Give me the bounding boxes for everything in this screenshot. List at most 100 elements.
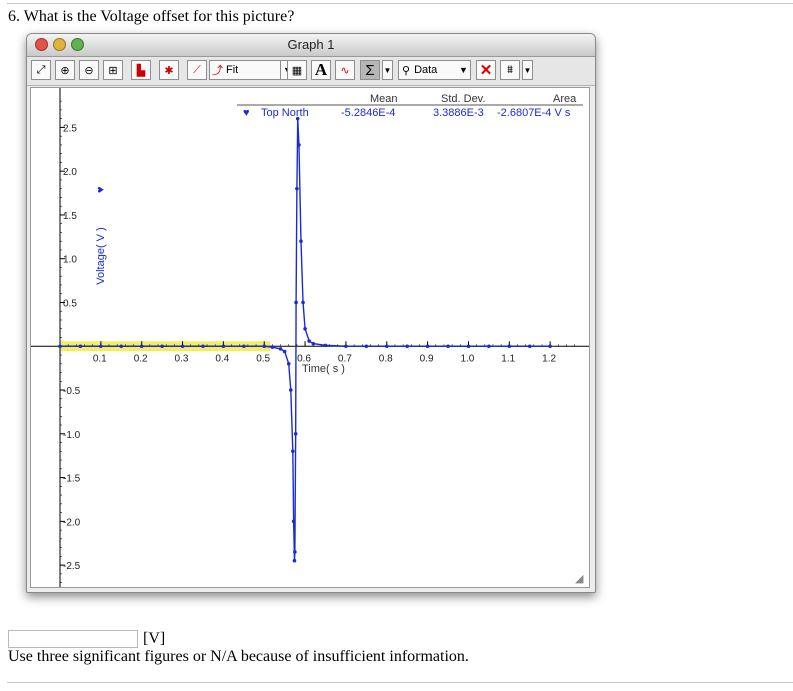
data-point [286,361,291,366]
data-point [299,239,303,244]
data-point [301,300,305,305]
data-point [295,186,299,191]
data-label: Data [414,64,438,76]
y-axis-legend-heart-icon: ♥ [95,186,107,193]
data-point [307,339,311,343]
plot-area[interactable]: 2.5 2.0 1.5 1.0 0.5 -0.5 -1.0 -1.5 -2.0 -2.5 0.1 0.… [30,87,591,588]
series-line [60,118,551,561]
stats-series-name: Top North [261,107,309,119]
answer-input[interactable] [8,630,138,648]
x-tick-label: 0.2 [134,353,148,364]
y-tick-label: -1.0 [63,430,81,441]
y-tick-label: -2.5 [63,561,81,572]
stats-mean-value: -5.2846E-4 [341,107,395,119]
data-set-icon: ⚲ [402,64,411,77]
data-point [294,300,298,305]
data-point [446,344,450,349]
graph-toolbar: ⤢ ⊕ ⊖ ⊞ ▙ ✱ ⟋ ⤴ Fit ▼ ▦ A ∿ Σ ▼ ⚲ Data ▼… [27,57,595,86]
y-axis-label-group: Voltage( V ) [95,227,107,284]
statistics-button[interactable]: Σ [360,60,380,80]
integral-icon: ∿ [340,64,350,77]
answer-unit: [V] [143,630,166,647]
chevron-down-icon: ▼ [459,65,468,75]
graph-options-icon: ⩩ [507,63,513,76]
tangent-icon: ⟋ [193,63,201,76]
autoscale-icon: ⤢ [36,63,46,76]
data-point [425,344,430,349]
x-tick-label: 1.0 [460,353,474,364]
autoscale-button[interactable]: ⤢ [31,60,51,80]
data-point [139,344,144,349]
y-tick-label: 2.0 [63,167,77,178]
zoom-out-button[interactable]: ⊖ [79,60,99,80]
data-point [292,558,297,563]
data-point [364,344,369,349]
data-point [160,344,164,349]
graph-options-button[interactable]: ⩩ [500,60,520,80]
graph-options-dropdown-button[interactable]: ▼ [522,60,533,80]
x-tick-label: 0.1 [93,353,107,364]
data-point [242,344,246,349]
resize-grip-icon[interactable]: ◢ [575,573,584,585]
data-point [282,349,287,354]
question-text: 6. What is the Voltage offset for this p… [8,8,295,25]
tangent-button[interactable]: ⟋ [187,60,207,80]
data-point [527,344,532,349]
x-tick-label: 1.1 [501,353,515,364]
data-point [201,344,205,349]
fit-button[interactable]: ⤴ Fit [209,60,281,80]
data-point [293,550,297,554]
y-tick-label: 2.5 [63,123,77,134]
zoom-box-icon: ⊞ [108,64,118,77]
instruction-text: Use three significant figures or N/A bec… [8,648,469,665]
marker-button[interactable]: ▙ [131,60,151,80]
data-point [180,344,185,349]
stats-header-area: Area [553,93,577,105]
data-point [311,341,316,346]
chevron-down-icon: ▼ [383,65,392,75]
chevron-down-icon: ▼ [523,65,532,75]
bottom-divider [7,682,793,683]
data-point [270,345,275,349]
data-point [344,344,348,349]
y-tick-label: 0.5 [63,298,77,309]
delete-icon: ✕ [479,62,493,79]
y-tick-label: 1.0 [63,255,77,266]
examine-button[interactable]: ✱ [159,60,179,80]
data-point [221,344,226,349]
graph-window: Graph 1 ⤢ ⊕ ⊖ ⊞ ▙ ✱ ⟋ ⤴ Fit ▼ ▦ A ∿ Σ ▼ … [26,33,596,593]
data-point [548,344,552,349]
text-tool-button[interactable]: A [311,60,331,80]
window-titlebar[interactable]: Graph 1 [27,34,595,57]
data-dropdown-button[interactable]: ▼ [457,60,471,80]
x-tick-label: 0.8 [379,353,393,364]
y-tick-label: 1.5 [63,211,77,222]
voltage-chart: 2.5 2.0 1.5 1.0 0.5 -0.5 -1.0 -1.5 -2.0 -2.5 0.1 0.… [31,88,591,587]
top-divider [7,3,793,4]
data-point [466,344,471,349]
data-point [278,347,283,351]
data-point [487,344,491,349]
data-point [288,388,293,392]
x-tick-label: 1.2 [542,353,556,364]
data-point [405,344,409,349]
data-point [262,344,267,349]
integral-button[interactable]: ∿ [335,60,355,80]
stats-area-value: -2.6807E-4 V s [497,107,571,119]
marker-icon: ▙ [136,64,146,77]
calculator-icon: ▦ [291,64,303,77]
data-point [297,143,301,147]
statistics-box: Mean Std. Dev. Area ♥ Top North -5.2846E… [237,93,583,119]
window-title: Graph 1 [287,37,335,52]
y-tick-label: -1.5 [63,474,81,485]
calculator-button[interactable]: ▦ [287,60,307,80]
x-tick-label: 0.3 [175,353,189,364]
zoom-box-button[interactable]: ⊞ [103,60,123,80]
data-point [293,431,298,436]
statistics-dropdown-button[interactable]: ▼ [382,60,393,80]
delete-button[interactable]: ✕ [476,60,496,80]
zoom-in-button[interactable]: ⊕ [55,60,75,80]
data-point [291,519,296,524]
stats-header-mean: Mean [370,93,398,105]
y-axis-label: Voltage( V ) [95,227,107,284]
